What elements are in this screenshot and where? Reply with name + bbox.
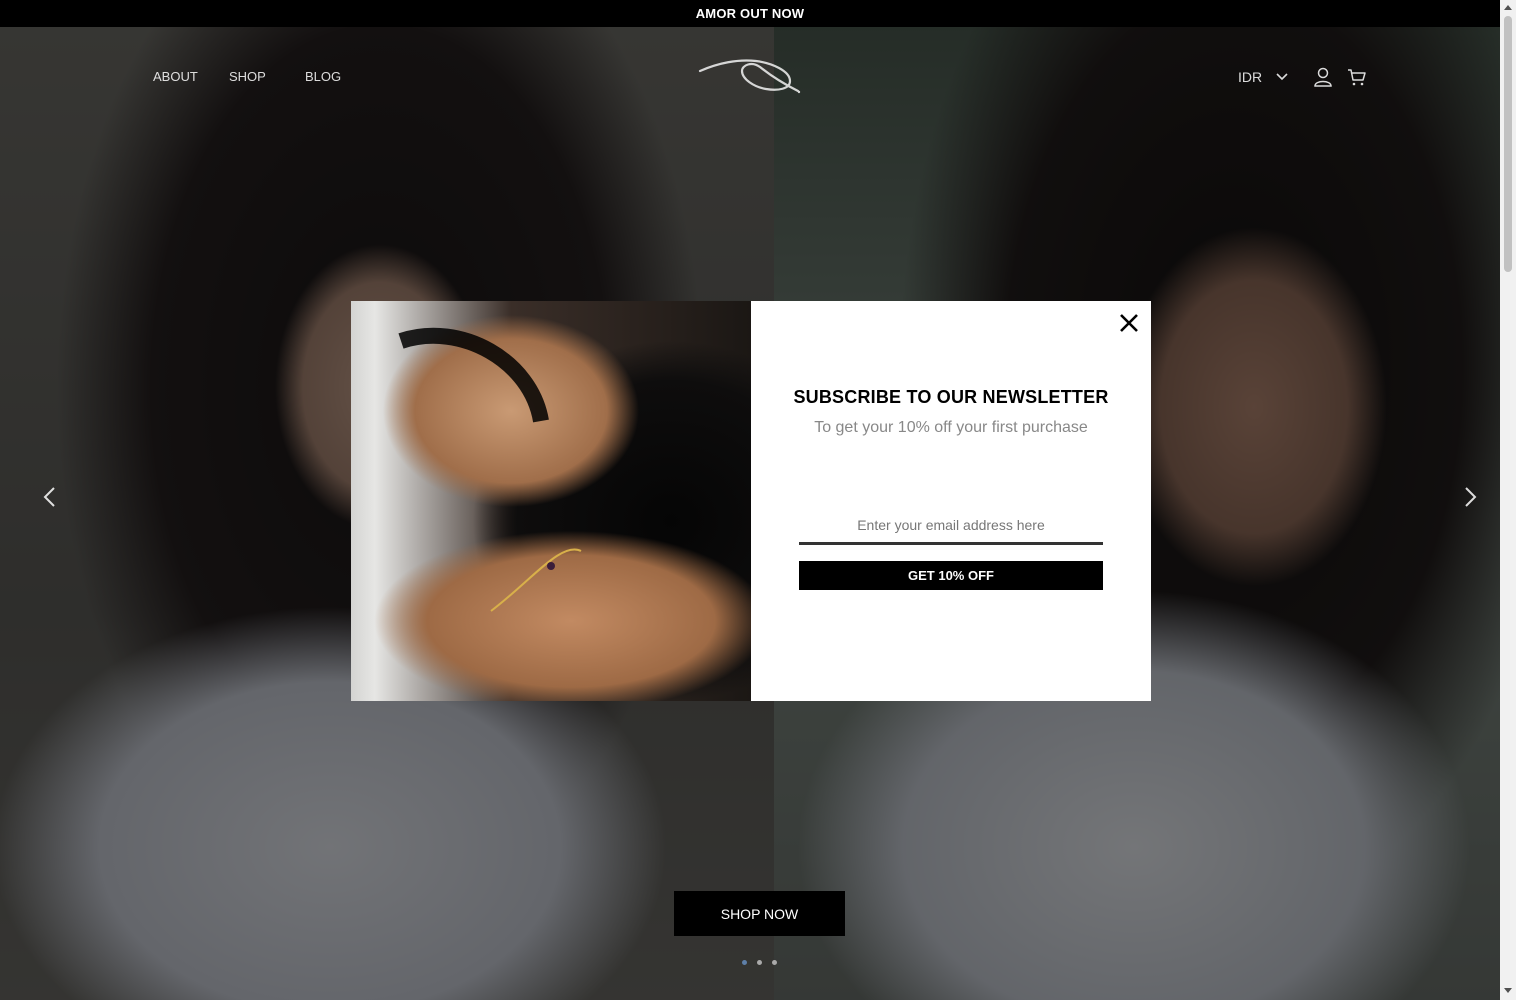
- popup-content: SUBSCRIBE TO OUR NEWSLETTER To get your …: [751, 301, 1151, 701]
- scroll-thumb[interactable]: [1504, 16, 1512, 272]
- site-header: ABOUT SHOP BLOG IDR: [0, 27, 1500, 127]
- announcement-bar: AMOR OUT NOW: [0, 0, 1500, 27]
- currency-value: IDR: [1238, 69, 1263, 85]
- announcement-text: AMOR OUT NOW: [695, 6, 805, 21]
- close-icon[interactable]: [1119, 313, 1139, 333]
- slide-dot-1[interactable]: [742, 960, 747, 965]
- scrollbar[interactable]: [1500, 0, 1516, 1000]
- popup-subtitle: To get your 10% off your first purchase: [814, 419, 1088, 436]
- slide-prev-icon[interactable]: [40, 485, 60, 509]
- slide-dot-2[interactable]: [757, 960, 762, 965]
- cart-icon[interactable]: [1347, 67, 1367, 87]
- popup-title: SUBSCRIBE TO OUR NEWSLETTER: [793, 387, 1109, 407]
- nav-blog[interactable]: BLOG: [305, 69, 341, 84]
- newsletter-popup: SUBSCRIBE TO OUR NEWSLETTER To get your …: [351, 301, 1151, 701]
- slide-dots: [742, 960, 777, 965]
- slide-next-icon[interactable]: [1460, 485, 1480, 509]
- nav-shop[interactable]: SHOP: [229, 69, 266, 84]
- chevron-down-icon: [1276, 73, 1288, 81]
- popup-image: [351, 301, 751, 701]
- email-field[interactable]: [799, 507, 1103, 545]
- brand-logo-icon[interactable]: [698, 55, 802, 95]
- scroll-down-icon[interactable]: [1504, 988, 1512, 993]
- shop-now-button[interactable]: SHOP NOW: [674, 891, 845, 936]
- currency-selector[interactable]: IDR: [1238, 69, 1288, 85]
- scroll-up-icon[interactable]: [1504, 5, 1512, 10]
- slide-dot-3[interactable]: [772, 960, 777, 965]
- nav-about[interactable]: ABOUT: [153, 69, 198, 84]
- account-icon[interactable]: [1313, 67, 1333, 87]
- bracelet-photo: [398, 327, 582, 612]
- get-discount-button[interactable]: GET 10% OFF: [799, 561, 1103, 590]
